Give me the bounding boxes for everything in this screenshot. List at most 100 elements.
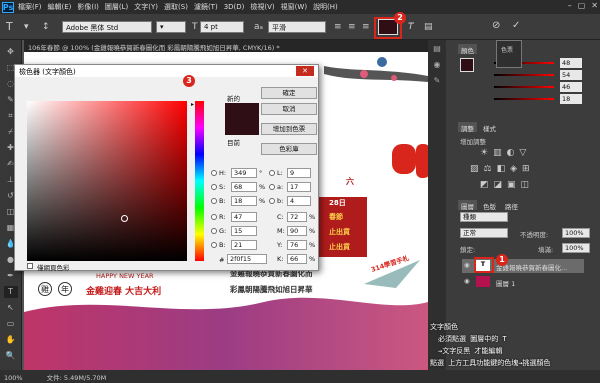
- l-field[interactable]: 9: [287, 168, 311, 178]
- antialias-select[interactable]: 平滑: [268, 21, 326, 33]
- layer-name[interactable]: 圖層 1: [496, 280, 515, 288]
- b-field[interactable]: 18: [231, 196, 257, 206]
- menu-window[interactable]: 視窗(W): [281, 2, 307, 12]
- align-left-icon[interactable]: ≡: [334, 22, 342, 32]
- commit-check-icon[interactable]: ✓: [512, 20, 520, 31]
- align-center-icon[interactable]: ≡: [348, 22, 356, 32]
- layer-row-image[interactable]: ◉ 圖層 1: [462, 275, 584, 289]
- properties-panel-icon[interactable]: ◉: [434, 60, 441, 69]
- zoom-tool-icon[interactable]: 🔍: [4, 350, 18, 362]
- type-tool-icon[interactable]: T: [6, 20, 13, 33]
- blend-mode-select[interactable]: 正常: [460, 228, 508, 238]
- radio-lab-b[interactable]: [269, 198, 275, 204]
- font-size-field[interactable]: 4 pt: [200, 21, 244, 33]
- menu-3d[interactable]: 3D(D): [224, 3, 245, 11]
- shape-tool-icon[interactable]: ▭: [4, 318, 18, 330]
- ok-button[interactable]: 確定: [261, 87, 317, 99]
- tab-paths[interactable]: 路徑: [502, 200, 521, 211]
- swatches-popup[interactable]: 色票: [496, 40, 522, 68]
- adjust-icons-row1[interactable]: ☀▥◐▽: [480, 148, 531, 158]
- m-value[interactable]: 54: [560, 70, 582, 80]
- cancel-button[interactable]: 取消: [261, 103, 317, 115]
- path-select-icon[interactable]: ↖: [4, 302, 18, 314]
- s-field[interactable]: 68: [231, 182, 257, 192]
- maximize-icon[interactable]: ▢: [578, 1, 586, 10]
- history-panel-icon[interactable]: ▤: [433, 44, 441, 53]
- menu-file[interactable]: 檔案(F): [18, 2, 42, 12]
- hex-field[interactable]: 2f0f15: [227, 254, 267, 264]
- layer-name[interactable]: 金雞報曉恭賀新春圖化...: [496, 264, 567, 272]
- brush-panel-icon[interactable]: ✎: [434, 76, 441, 85]
- menu-filter[interactable]: 濾鏡(T): [194, 2, 218, 12]
- r-field[interactable]: 47: [231, 212, 257, 222]
- m-slider[interactable]: [494, 74, 554, 76]
- color-field[interactable]: [27, 101, 187, 261]
- adjust-icons-row2[interactable]: ▨⚖◧◈⊞: [470, 164, 535, 174]
- orientation-toggle-icon[interactable]: ↕: [42, 22, 50, 32]
- tab-adjustments[interactable]: 調整: [458, 122, 477, 133]
- kind-filter-select[interactable]: 種類: [460, 212, 508, 222]
- color-field-cursor[interactable]: [121, 215, 128, 222]
- tab-channels[interactable]: 色版: [480, 200, 499, 211]
- fill-field[interactable]: 100%: [562, 243, 590, 253]
- radio-a[interactable]: [269, 184, 275, 190]
- g-field[interactable]: 15: [231, 226, 257, 236]
- tab-layers[interactable]: 圖層: [458, 200, 477, 211]
- radio-g[interactable]: [211, 228, 217, 234]
- radio-s[interactable]: [211, 184, 217, 190]
- type-tool-active-icon[interactable]: T: [3, 286, 18, 298]
- color-libraries-button[interactable]: 色彩庫: [261, 143, 317, 155]
- tab-styles[interactable]: 樣式: [480, 122, 499, 133]
- h-field[interactable]: 349: [231, 168, 257, 178]
- y-slider[interactable]: [494, 86, 554, 88]
- c-value[interactable]: 48: [560, 58, 582, 68]
- opacity-field[interactable]: 100%: [562, 228, 590, 238]
- radio-b[interactable]: [211, 198, 217, 204]
- chevron-down-icon[interactable]: ▾: [24, 22, 29, 32]
- foreground-swatch[interactable]: [460, 58, 474, 72]
- radio-r[interactable]: [211, 214, 217, 220]
- dialog-close-icon[interactable]: ✕: [296, 66, 314, 76]
- web-only-checkbox[interactable]: [27, 263, 33, 269]
- tab-color[interactable]: 顏色: [458, 44, 477, 55]
- font-family-select[interactable]: Adobe 黑体 Std: [62, 21, 152, 33]
- menu-layer[interactable]: 圖層(L): [105, 2, 128, 12]
- c-field[interactable]: 72: [287, 212, 307, 222]
- minimize-icon[interactable]: –: [568, 1, 572, 10]
- menu-select[interactable]: 選取(S): [164, 2, 188, 12]
- eye-icon[interactable]: ◉: [464, 277, 470, 285]
- move-tool-icon[interactable]: ✥: [4, 46, 18, 58]
- k-field[interactable]: 66: [287, 254, 307, 264]
- menu-type[interactable]: 文字(Y): [134, 2, 158, 12]
- document-tab[interactable]: 106年春節 @ 100% (金雞報曉恭賀新春圖化而 彩鳳朝陽騰飛如旭日昇華, …: [24, 40, 428, 52]
- m-field[interactable]: 90: [287, 226, 307, 236]
- warp-text-icon[interactable]: 𝘛: [408, 22, 414, 32]
- char-panel-icon[interactable]: ▤: [424, 22, 433, 32]
- pen-tool-icon[interactable]: ✒: [4, 270, 18, 282]
- a-field[interactable]: 17: [287, 182, 311, 192]
- lab-b-field[interactable]: 4: [287, 196, 311, 206]
- radio-blue[interactable]: [211, 242, 217, 248]
- hand-tool-icon[interactable]: ✋: [4, 334, 18, 346]
- current-color-swatch[interactable]: [225, 119, 259, 135]
- eye-icon[interactable]: ◉: [464, 261, 470, 269]
- k-value[interactable]: 18: [560, 94, 582, 104]
- zoom-level[interactable]: 100%: [4, 374, 23, 382]
- radio-l[interactable]: [269, 170, 275, 176]
- radio-h[interactable]: [211, 170, 217, 176]
- k-slider[interactable]: [494, 98, 554, 100]
- hue-slider-handle-icon[interactable]: ▸: [191, 101, 194, 108]
- menu-image[interactable]: 影像(I): [77, 2, 99, 12]
- hue-slider[interactable]: [195, 101, 204, 261]
- close-icon[interactable]: ✕: [591, 1, 598, 10]
- menu-view[interactable]: 檢視(V): [250, 2, 274, 12]
- font-style-select[interactable]: ▾: [156, 21, 186, 33]
- cancel-icon[interactable]: ⊘: [492, 20, 500, 31]
- y-field[interactable]: 76: [287, 240, 307, 250]
- y-value[interactable]: 46: [560, 82, 582, 92]
- menu-edit[interactable]: 編輯(E): [48, 2, 72, 12]
- menu-help[interactable]: 說明(H): [313, 2, 338, 12]
- align-right-icon[interactable]: ≡: [362, 22, 370, 32]
- adjust-icons-row3[interactable]: ◩◪▣◫: [480, 180, 534, 190]
- add-to-swatches-button[interactable]: 增加到色票: [261, 123, 317, 135]
